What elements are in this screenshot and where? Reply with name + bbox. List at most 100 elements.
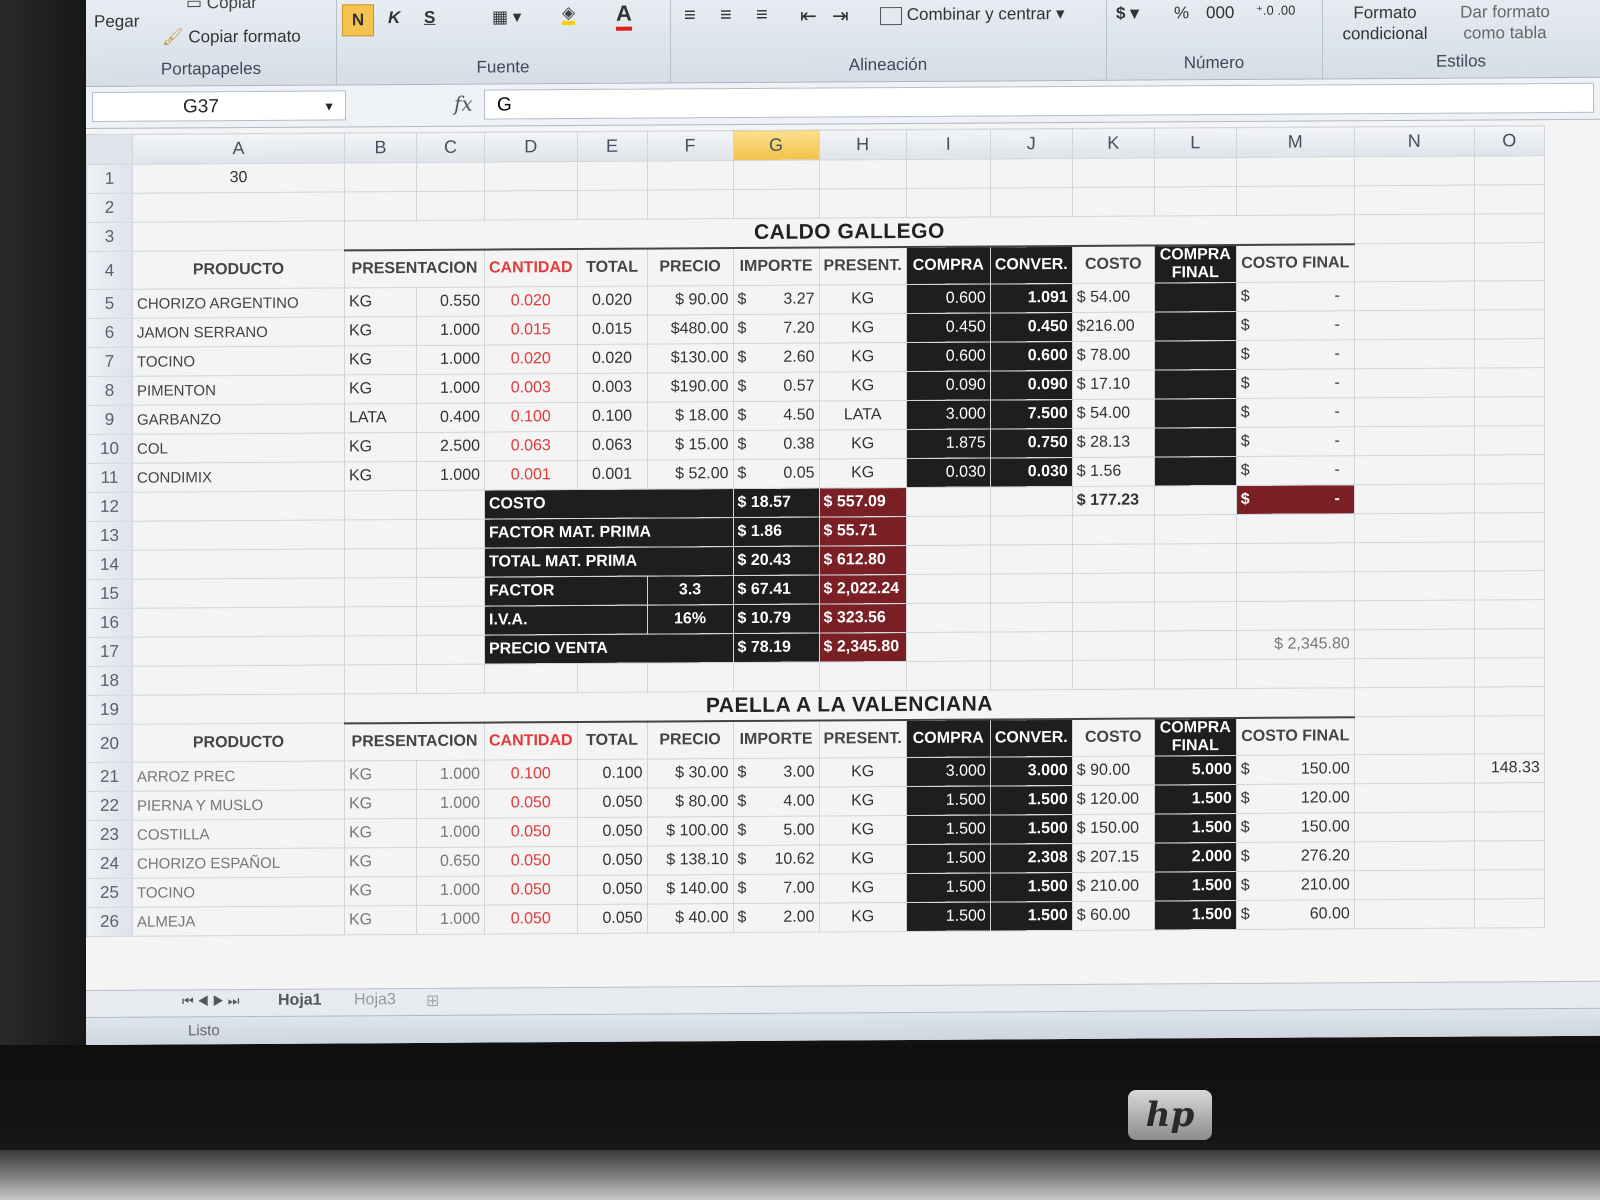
presentation-qty[interactable]: 0.400 (416, 403, 485, 433)
summary-batch-value[interactable]: $ 612.80 (819, 545, 907, 576)
cell[interactable] (1354, 339, 1475, 369)
purchase[interactable]: 1.500 (906, 785, 991, 816)
cell[interactable] (906, 515, 991, 546)
cell[interactable] (132, 548, 345, 580)
final-cost[interactable]: $ - (1236, 455, 1355, 486)
underline-button[interactable]: S (424, 8, 435, 28)
cell[interactable] (132, 664, 345, 696)
price[interactable]: $480.00 (647, 314, 734, 345)
column-header-e[interactable]: E (577, 131, 648, 162)
column-label[interactable]: IMPORTE (733, 720, 820, 759)
percent-button[interactable]: % (1174, 3, 1189, 23)
cell[interactable] (1354, 243, 1475, 282)
column-label[interactable]: PRECIO (647, 720, 734, 760)
row-header[interactable]: 17 (86, 637, 133, 667)
presentation[interactable]: KG (344, 461, 417, 491)
cell[interactable] (906, 631, 991, 662)
product-name[interactable]: TOCINO (132, 345, 345, 377)
currency-button[interactable]: $ ▾ (1116, 4, 1139, 24)
final-cost[interactable]: $120.00 (1236, 783, 1355, 814)
column-header-f[interactable]: F (647, 130, 734, 162)
cell[interactable] (990, 573, 1073, 603)
column-header-o[interactable]: O (1474, 125, 1545, 157)
summary-label[interactable]: I.V.A. (484, 605, 648, 636)
cell[interactable] (906, 544, 991, 575)
product-name[interactable]: CHORIZO ESPAÑOL (132, 847, 345, 879)
cell-a1[interactable]: 30 (132, 162, 345, 194)
presentation[interactable]: KG (344, 287, 417, 317)
product-name[interactable]: CONDIMIX (132, 461, 345, 493)
column-label[interactable]: PRESENT. (819, 719, 907, 759)
cost[interactable]: $ 17.10 (1072, 369, 1155, 400)
cell[interactable] (906, 602, 991, 633)
product-name[interactable]: PIMENTON (132, 374, 345, 406)
quantity[interactable]: 0.003 (484, 373, 578, 404)
cell[interactable] (1154, 543, 1237, 573)
column-label[interactable]: CANTIDAD (484, 248, 578, 288)
formula-input[interactable]: G (484, 82, 1594, 120)
cell[interactable] (1354, 687, 1475, 717)
cell[interactable] (1474, 686, 1545, 717)
column-header-i[interactable]: I (906, 128, 991, 160)
cell[interactable] (1474, 309, 1545, 340)
align-right-icon[interactable]: ≡ (756, 4, 768, 27)
copy-button[interactable]: ▭ Copiar (186, 0, 257, 13)
cell[interactable] (1154, 485, 1237, 515)
conversion[interactable]: 3.000 (990, 756, 1073, 786)
cell[interactable] (1354, 368, 1475, 398)
cell[interactable] (1474, 425, 1545, 456)
presentation-qty[interactable]: 2.500 (416, 432, 485, 462)
cell[interactable] (1236, 571, 1355, 602)
cell[interactable] (577, 190, 648, 220)
cell[interactable] (1354, 870, 1475, 900)
format-painter-button[interactable]: 🖌 Copiar formato (162, 27, 301, 48)
cell[interactable] (990, 660, 1073, 690)
amount[interactable]: $4.50 (733, 401, 820, 431)
cell[interactable] (416, 664, 485, 694)
cost[interactable]: $ 90.00 (1072, 755, 1155, 786)
summary-unit-value[interactable]: $ 10.79 (733, 604, 820, 634)
cell[interactable] (1354, 426, 1475, 456)
cell[interactable] (1072, 157, 1155, 188)
cell[interactable] (416, 606, 485, 636)
cell[interactable] (990, 602, 1073, 632)
presentation[interactable]: KG (344, 789, 417, 819)
conversion[interactable]: 0.750 (990, 428, 1073, 458)
summary-label[interactable]: FACTOR MAT. PRIMA (484, 517, 734, 549)
row-header[interactable]: 15 (86, 579, 133, 609)
cell[interactable] (577, 161, 648, 191)
cell[interactable] (906, 187, 991, 218)
cell[interactable] (1236, 513, 1355, 544)
quantity[interactable]: 0.050 (484, 788, 578, 819)
cell[interactable] (132, 577, 345, 609)
column-label[interactable]: CANTIDAD (484, 721, 578, 761)
presentation-qty[interactable]: 1.000 (416, 374, 485, 404)
cost[interactable]: $ 28.13 (1072, 427, 1155, 458)
row-header[interactable]: 1 (86, 164, 133, 194)
cell[interactable] (990, 515, 1073, 545)
presentation[interactable]: KG (344, 905, 417, 935)
cell[interactable] (344, 606, 417, 636)
cell[interactable] (1474, 898, 1545, 929)
purchase[interactable]: 0.600 (906, 341, 991, 372)
present-unit[interactable]: KG (819, 815, 907, 846)
cell[interactable] (1236, 185, 1355, 216)
quantity[interactable]: 0.020 (484, 344, 578, 375)
cell[interactable] (906, 486, 991, 517)
column-header-d[interactable]: D (484, 131, 578, 163)
total[interactable]: 0.020 (577, 286, 648, 316)
present-unit[interactable]: KG (819, 313, 907, 344)
cell[interactable] (1354, 214, 1475, 244)
summary-unit-value[interactable]: $ 20.43 (733, 546, 820, 576)
cell[interactable] (344, 635, 417, 665)
cost[interactable]: $ 207.15 (1072, 842, 1155, 873)
cell[interactable] (1474, 396, 1545, 427)
presentation[interactable]: KG (344, 818, 417, 848)
align-center-icon[interactable]: ≡ (720, 4, 732, 27)
row-header[interactable]: 4 (86, 251, 133, 290)
presentation[interactable]: KG (344, 847, 417, 877)
cell[interactable] (416, 519, 485, 549)
cell[interactable] (1474, 213, 1545, 244)
column-header-k[interactable]: K (1072, 127, 1155, 159)
cell[interactable] (733, 189, 820, 219)
